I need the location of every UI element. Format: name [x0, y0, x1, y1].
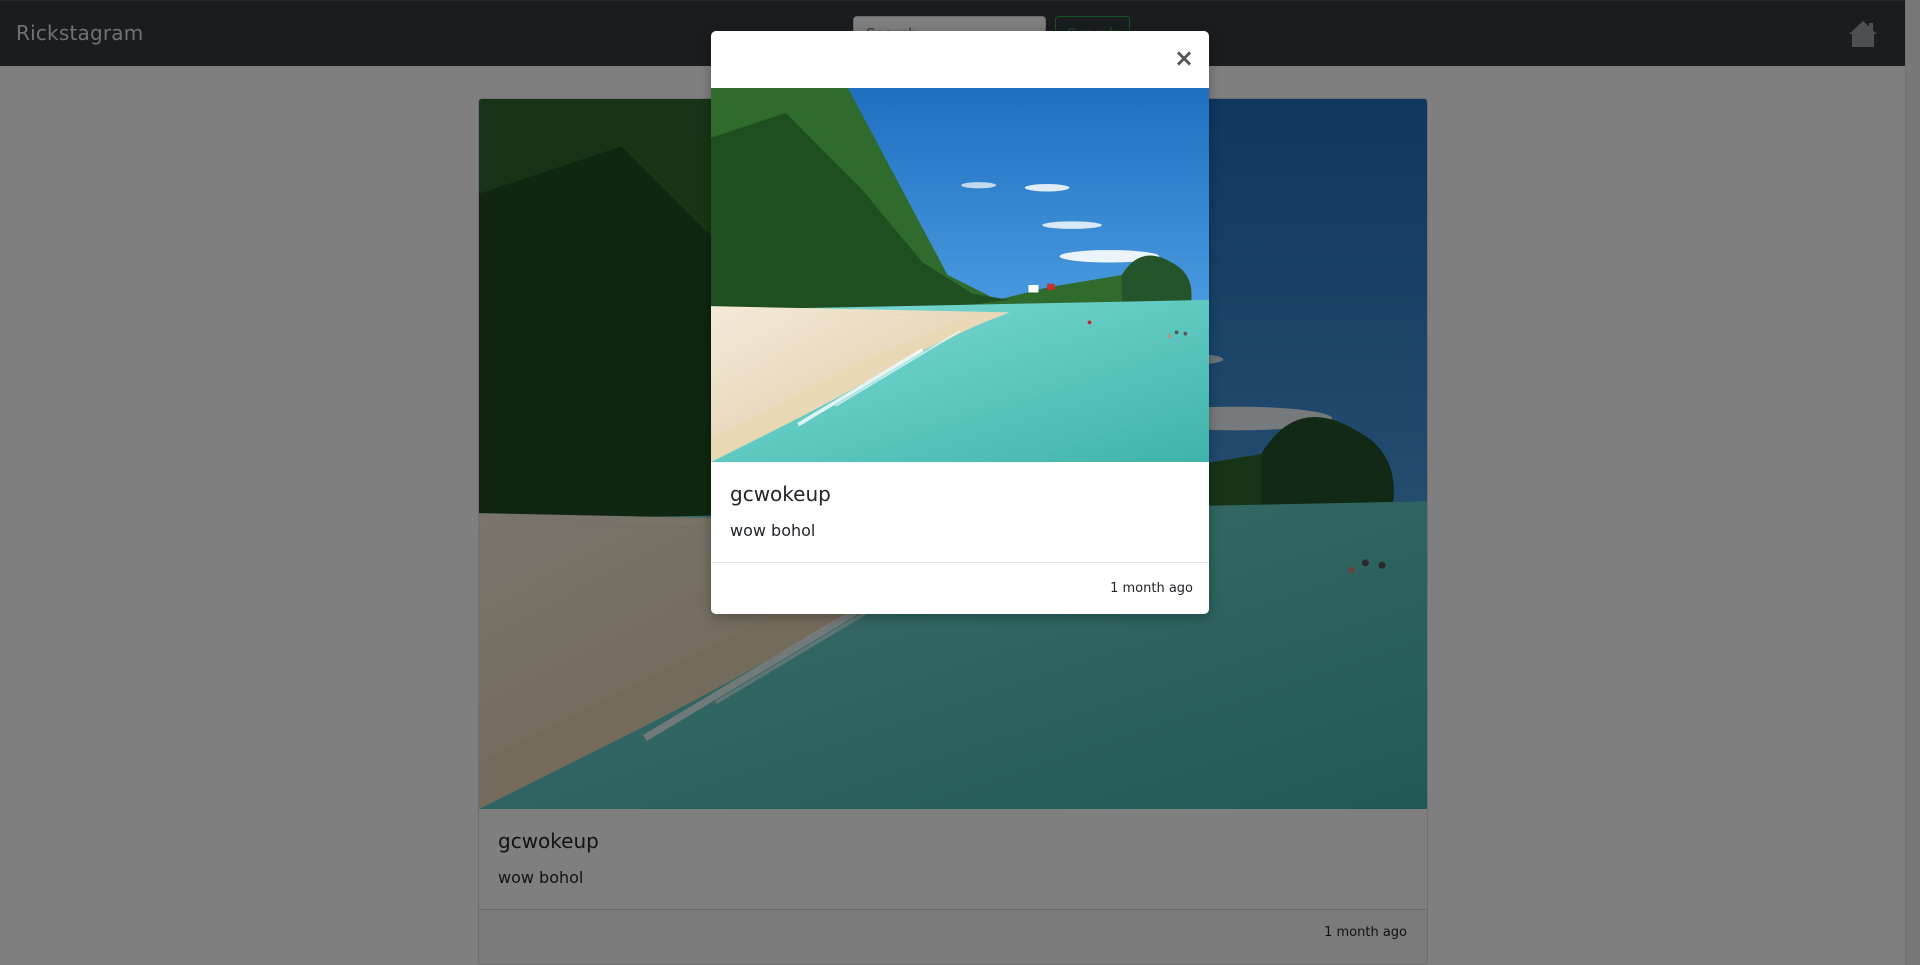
modal-post-image	[711, 88, 1209, 462]
modal-timestamp: 1 month ago	[711, 562, 1209, 614]
modal-caption: wow bohol	[730, 521, 816, 540]
modal-username: gcwokeup	[730, 482, 831, 506]
close-button[interactable]: ×	[1173, 45, 1195, 71]
post-modal: × gcwokeup wow bohol 1 month ago	[711, 31, 1209, 614]
modal-header: ×	[711, 31, 1209, 88]
